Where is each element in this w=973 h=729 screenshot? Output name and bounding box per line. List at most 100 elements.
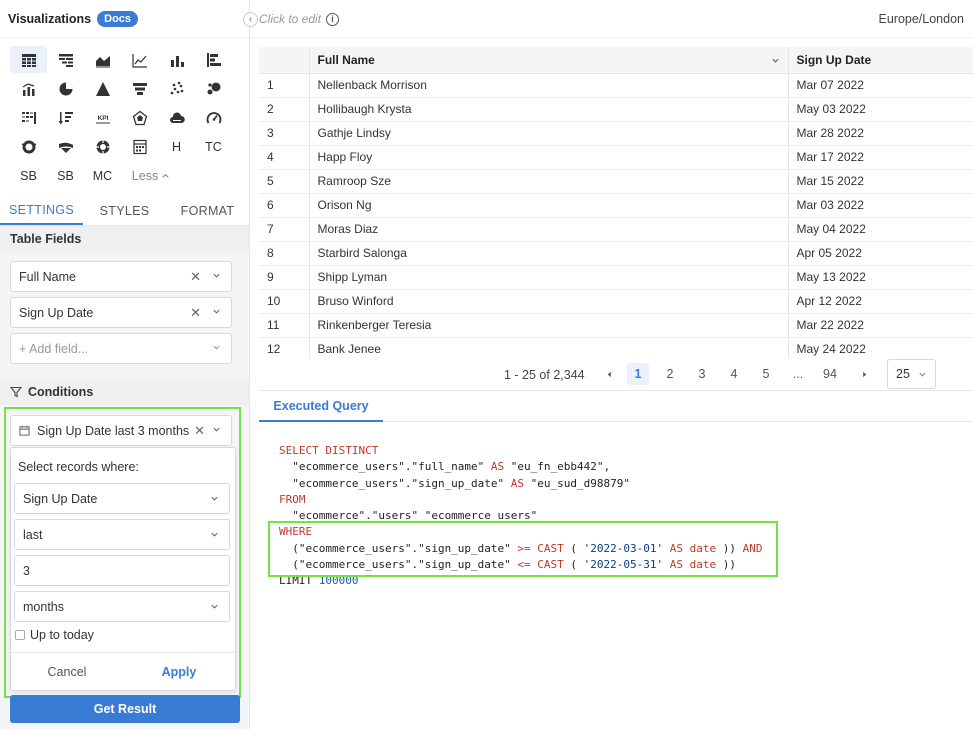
less-label: Less — [131, 168, 159, 183]
row-index: 3 — [259, 121, 310, 146]
table-row[interactable]: 5 Ramroop Sze Mar 15 2022 — [259, 169, 973, 194]
kpi-icon[interactable]: KPI — [84, 104, 121, 131]
collapse-panel-icon[interactable]: ‹ — [243, 12, 258, 27]
table-row[interactable]: 3 Gathje Lindsy Mar 28 2022 — [259, 121, 973, 146]
page-2[interactable]: 2 — [659, 363, 681, 385]
scatter-chart-icon[interactable] — [158, 75, 195, 102]
info-icon[interactable]: i — [326, 12, 340, 26]
page-size-select[interactable]: 25 — [887, 359, 936, 389]
table-row[interactable]: 9 Shipp Lyman May 13 2022 — [259, 265, 973, 290]
chevron-down-icon[interactable] — [212, 271, 221, 280]
cell-sign-up-date: Apr 12 2022 — [788, 289, 973, 314]
remove-field-icon[interactable]: ✕ — [190, 305, 201, 321]
table-row[interactable]: 7 Moras Diaz May 04 2022 — [259, 217, 973, 242]
panel-title: Visualizations — [8, 11, 92, 26]
column-header-sign-up-date[interactable]: Sign Up Date — [788, 47, 973, 74]
column-header-full-name[interactable]: Full Name — [309, 47, 789, 74]
viz-type-tc[interactable]: TC — [195, 133, 232, 160]
sql-token: FROM — [279, 492, 306, 506]
remove-field-icon[interactable]: ✕ — [190, 269, 201, 285]
page-size-value: 25 — [896, 367, 910, 381]
viz-type-sb-2[interactable]: SB — [47, 162, 84, 189]
tab-executed-query[interactable]: Executed Query — [259, 391, 383, 422]
table-row[interactable]: 1 Nellenback Morrison Mar 07 2022 — [259, 73, 973, 98]
cell-full-name: Hollibaugh Krysta — [309, 97, 789, 122]
row-index: 9 — [259, 265, 310, 290]
panel-header: Visualizations Docs — [0, 0, 249, 38]
table-viz-icon[interactable] — [10, 46, 47, 73]
next-page-icon[interactable] — [853, 363, 875, 385]
pie-chart-icon[interactable] — [47, 75, 84, 102]
cell-full-name: Happ Floy — [309, 145, 789, 170]
page-ellipsis[interactable]: ... — [787, 363, 809, 385]
table-row[interactable]: 6 Orison Ng Mar 03 2022 — [259, 193, 973, 218]
get-result-button[interactable]: Get Result — [10, 695, 240, 723]
area-chart-icon[interactable] — [84, 46, 121, 73]
calendar-heatmap-icon[interactable] — [121, 133, 158, 160]
viz-type-mc[interactable]: MC — [84, 162, 121, 189]
docs-badge[interactable]: Docs — [97, 10, 139, 27]
heatmap-icon[interactable] — [10, 104, 47, 131]
sunburst-chart-icon[interactable] — [84, 133, 121, 160]
gauge-icon[interactable] — [195, 104, 232, 131]
donut-chart-icon[interactable] — [10, 133, 47, 160]
chevron-down-icon[interactable] — [918, 370, 927, 379]
page-4[interactable]: 4 — [723, 363, 745, 385]
settings-tabs: SETTINGS STYLES FORMAT — [0, 196, 249, 226]
top-bar: Click to edit i Europe/London — [251, 0, 973, 38]
table-row[interactable]: 12 Bank Jenee May 24 2022 — [259, 337, 973, 358]
timezone-label[interactable]: Europe/London — [879, 12, 965, 26]
radar-chart-icon[interactable] — [121, 104, 158, 131]
where-highlight-box — [268, 521, 778, 577]
table-row[interactable]: 8 Starbird Salonga Apr 05 2022 — [259, 241, 973, 266]
table-row[interactable]: 10 Bruso Winford Apr 12 2022 — [259, 289, 973, 314]
visualization-grid: KPI H TC SB SB MC Less — [10, 46, 240, 191]
sort-list-icon[interactable] — [47, 104, 84, 131]
table-header-row: Full Name Sign Up Date — [259, 47, 973, 74]
viz-type-h[interactable]: H — [158, 133, 195, 160]
cell-full-name: Shipp Lyman — [309, 265, 789, 290]
cloud-chart-icon[interactable] — [158, 104, 195, 131]
less-toggle[interactable]: Less — [121, 162, 181, 189]
cell-sign-up-date: Mar 17 2022 — [788, 145, 973, 170]
sql-token: "ecommerce_users"."sign_up_date" — [279, 476, 511, 490]
sql-token: AS — [510, 476, 525, 490]
funnel-chart-icon[interactable] — [121, 75, 158, 102]
field-sign-up-date[interactable]: Sign Up Date ✕ — [10, 297, 232, 328]
page-94[interactable]: 94 — [819, 363, 841, 385]
tab-settings[interactable]: SETTINGS — [0, 196, 83, 225]
table-row[interactable]: 4 Happ Floy Mar 17 2022 — [259, 145, 973, 170]
column-header-label: Full Name — [317, 52, 375, 67]
bar-chart-icon[interactable] — [158, 46, 195, 73]
add-field-placeholder: + Add field... — [19, 341, 89, 356]
chevron-down-icon[interactable] — [212, 343, 221, 352]
page-3[interactable]: 3 — [691, 363, 713, 385]
page-1[interactable]: 1 — [627, 363, 649, 385]
bubble-chart-icon[interactable] — [195, 75, 232, 102]
field-full-name[interactable]: Full Name ✕ — [10, 261, 232, 292]
tab-styles[interactable]: STYLES — [83, 196, 166, 225]
table-row[interactable]: 11 Rinkenberger Teresia Mar 22 2022 — [259, 313, 973, 338]
prev-page-icon[interactable] — [598, 363, 620, 385]
cell-full-name: Moras Diaz — [309, 217, 789, 242]
sankey-chart-icon[interactable] — [47, 133, 84, 160]
pyramid-chart-icon[interactable] — [84, 75, 121, 102]
line-chart-icon[interactable] — [121, 46, 158, 73]
chevron-down-icon[interactable] — [771, 56, 780, 65]
viz-type-sb-1[interactable]: SB — [10, 162, 47, 189]
sql-token: "ecommerce_users"."full_name" — [279, 460, 491, 474]
pivot-table-icon[interactable] — [47, 46, 84, 73]
add-field-input[interactable]: + Add field... — [10, 333, 232, 364]
combo-chart-icon[interactable] — [10, 75, 47, 102]
chevron-down-icon[interactable] — [212, 307, 221, 316]
click-to-edit[interactable]: Click to edit i — [259, 12, 340, 26]
row-index: 1 — [259, 73, 310, 98]
query-tabs: Executed Query — [259, 391, 973, 422]
horizontal-bar-icon[interactable] — [195, 46, 232, 73]
cell-sign-up-date: Mar 22 2022 — [788, 313, 973, 338]
cell-full-name: Rinkenberger Teresia — [309, 313, 789, 338]
tab-format[interactable]: FORMAT — [166, 196, 249, 225]
page-5[interactable]: 5 — [755, 363, 777, 385]
table-row[interactable]: 2 Hollibaugh Krysta May 03 2022 — [259, 97, 973, 122]
row-index: 2 — [259, 97, 310, 122]
